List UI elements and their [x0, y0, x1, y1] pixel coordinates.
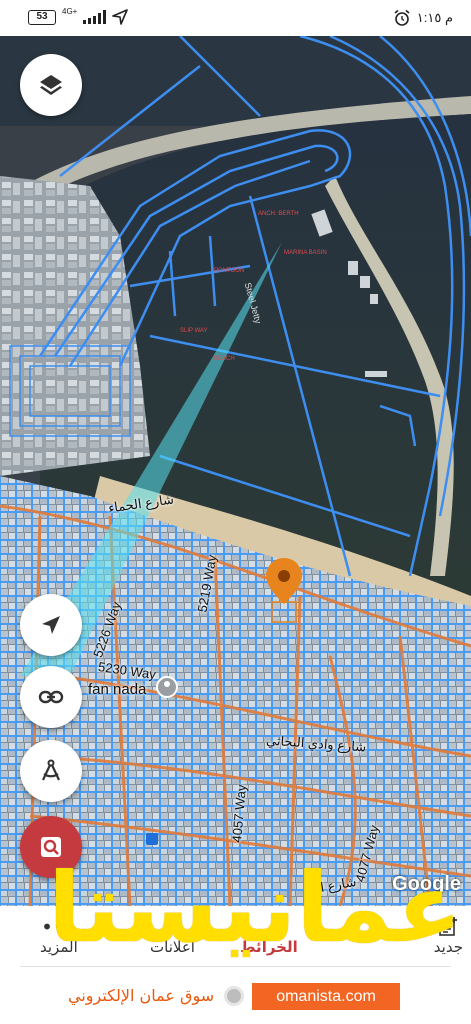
layers-button[interactable] [20, 54, 82, 116]
map-red-label: ANCH. BERTH [258, 211, 299, 217]
footer-divider [20, 966, 451, 967]
alarm-clock-icon [394, 9, 410, 26]
network-label: 4G+ [62, 6, 78, 16]
footer-circle-icon [224, 986, 244, 1006]
share-link-button[interactable] [20, 666, 82, 728]
map-red-label: BEACH [214, 356, 235, 362]
place-label: fan nada [88, 681, 147, 698]
map-red-label: SLIP WAY [180, 328, 208, 334]
footer-tagline: سوق عمان الإلكتروني [68, 986, 215, 1005]
brand-link[interactable]: omanista.com [252, 983, 400, 1010]
map-red-label: MARINA BASIN [284, 250, 327, 256]
map-view[interactable]: Steel Jetty ANCH. BERTH MARINA BASIN PON… [0, 36, 471, 906]
status-right: م ١:١٥ [393, 9, 453, 27]
drafting-compass-icon [42, 759, 60, 781]
link-icon [38, 690, 64, 704]
status-bar: 53 4G+ م ١:١٥ [0, 0, 471, 36]
battery-icon: 53 [28, 9, 56, 25]
location-arrow-icon [112, 9, 129, 25]
my-location-button[interactable] [20, 594, 82, 656]
signal-icon [83, 10, 107, 24]
watermark-logo: عمانيستا [48, 852, 463, 964]
bus-stop-icon [146, 833, 158, 845]
layers-icon [40, 75, 62, 95]
status-left: 53 4G+ [28, 6, 129, 25]
measure-button[interactable] [20, 740, 82, 802]
navigation-arrow-icon [42, 616, 60, 634]
status-time: م ١:١٥ [416, 10, 453, 25]
map-red-label: PONTOON [214, 268, 245, 274]
